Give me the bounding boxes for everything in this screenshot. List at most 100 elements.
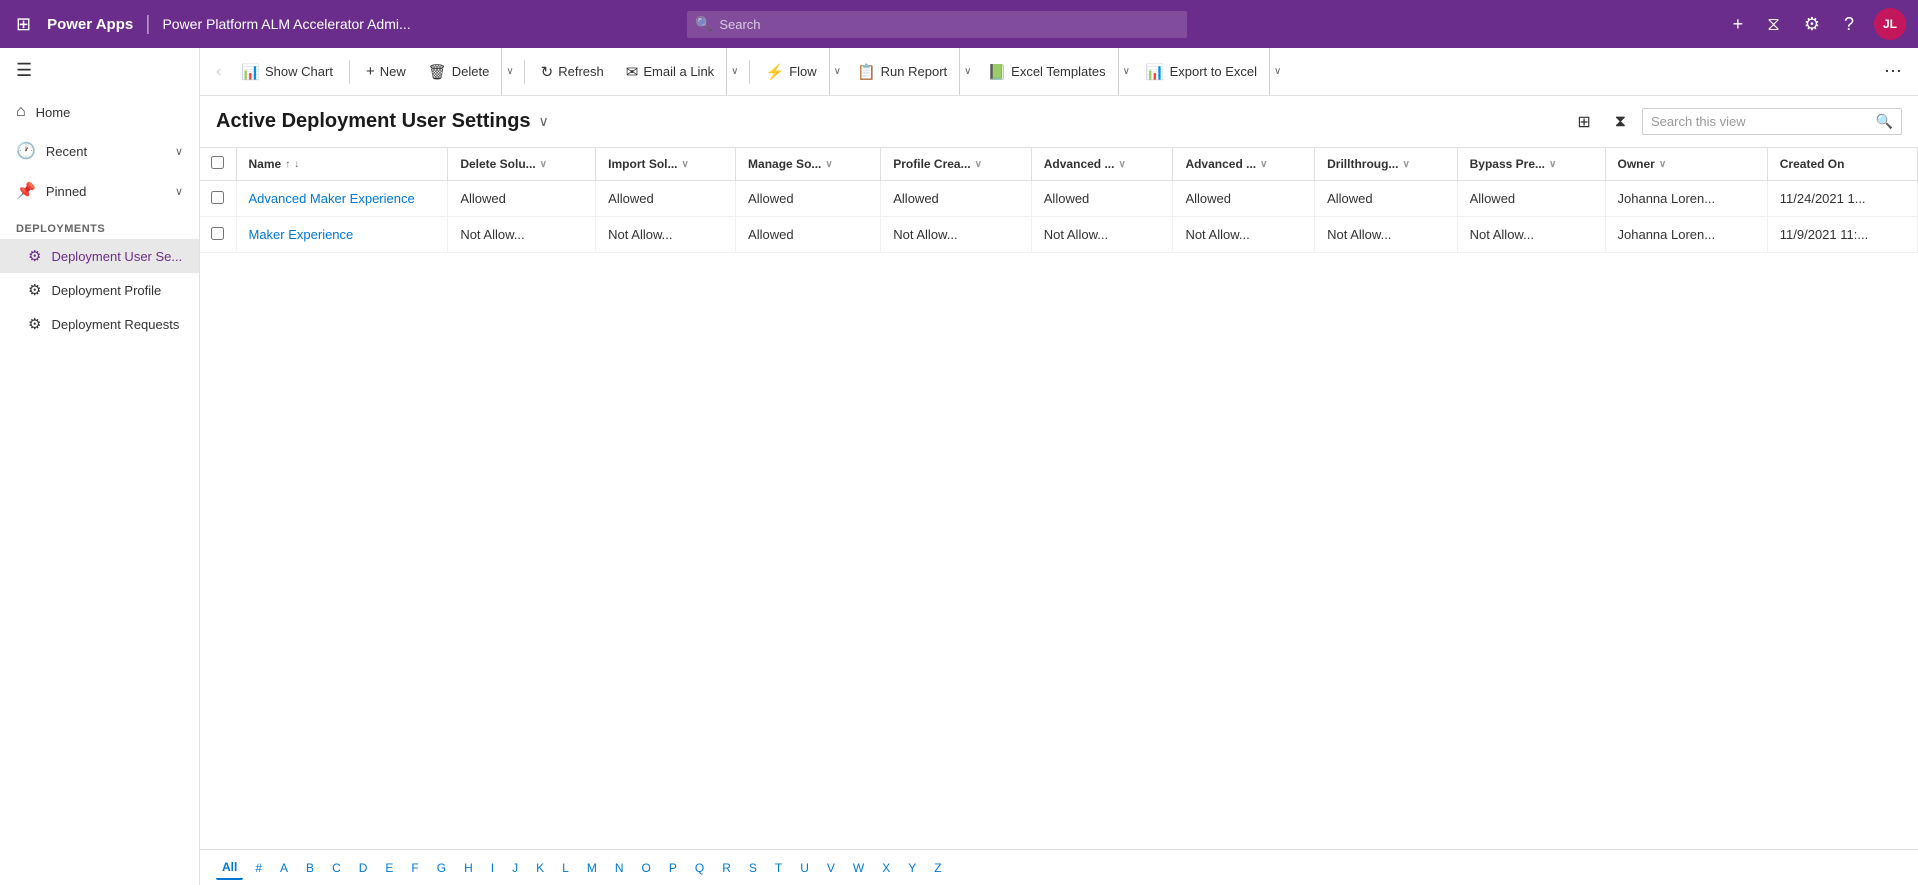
- toolbar-more-button[interactable]: ⋯: [1876, 55, 1910, 88]
- page-letter-l[interactable]: L: [556, 857, 575, 879]
- grid-header-profile-crea[interactable]: Profile Crea... ∨: [881, 148, 1032, 181]
- header-name-label: Name: [249, 157, 282, 171]
- sidebar-item-deployment-requests[interactable]: ⚙ Deployment Requests: [0, 307, 199, 341]
- run-report-dropdown-arrow[interactable]: ∨: [959, 48, 975, 95]
- page-letter-r[interactable]: R: [716, 857, 737, 879]
- header-advanced1-label: Advanced ...: [1044, 157, 1115, 171]
- flow-button[interactable]: ⚡ Flow: [756, 57, 827, 87]
- row-0-checkbox[interactable]: [211, 191, 224, 204]
- sidebar-item-pinned[interactable]: 📌 Pinned ∨: [0, 171, 199, 211]
- page-letter-u[interactable]: U: [794, 857, 815, 879]
- grid-header-name[interactable]: Name ↑ ↓: [236, 148, 448, 181]
- row-owner-cell: Johanna Loren...: [1605, 181, 1767, 217]
- row-deleteSolu-cell: Not Allow...: [448, 217, 596, 253]
- new-button[interactable]: + New: [356, 57, 416, 86]
- grid-header-delete-solu[interactable]: Delete Solu... ∨: [448, 148, 596, 181]
- page-letter-#[interactable]: #: [249, 857, 268, 879]
- sidebar-item-deployment-user-settings[interactable]: ⚙ Deployment User Se...: [0, 239, 199, 273]
- page-letter-k[interactable]: K: [530, 857, 550, 879]
- grid-header-manage-so[interactable]: Manage So... ∨: [736, 148, 881, 181]
- show-chart-button[interactable]: 📊 Show Chart: [231, 57, 343, 87]
- row-name-cell[interactable]: Advanced Maker Experience: [236, 181, 448, 217]
- show-chart-label: Show Chart: [265, 64, 333, 79]
- sidebar-collapse-btn[interactable]: ☰: [0, 48, 199, 93]
- page-letter-b[interactable]: B: [300, 857, 320, 879]
- grid-header-import-sol[interactable]: Import Sol... ∨: [596, 148, 736, 181]
- grid-select-all-checkbox[interactable]: [200, 148, 236, 181]
- email-link-dropdown-arrow[interactable]: ∨: [726, 48, 742, 95]
- delete-button[interactable]: 🗑 Delete: [418, 57, 500, 87]
- row-profileCrea-cell: Not Allow...: [881, 217, 1032, 253]
- page-letter-i[interactable]: I: [485, 857, 500, 879]
- row-name-cell[interactable]: Maker Experience: [236, 217, 448, 253]
- filter-button[interactable]: ⧗: [1607, 108, 1634, 136]
- sidebar-item-recent[interactable]: 🕐 Recent ∨: [0, 131, 199, 171]
- page-letter-q[interactable]: Q: [689, 857, 710, 879]
- deployments-section-header: Deployments: [0, 211, 199, 239]
- export-to-excel-button[interactable]: 📊 Export to Excel: [1136, 57, 1267, 87]
- select-all-checkbox[interactable]: [211, 156, 224, 169]
- page-letter-n[interactable]: N: [609, 857, 630, 879]
- page-letter-f[interactable]: F: [405, 857, 424, 879]
- run-report-label: Run Report: [881, 64, 947, 79]
- page-letter-m[interactable]: M: [581, 857, 603, 879]
- page-letter-j[interactable]: J: [506, 857, 524, 879]
- row-advanced1-cell: Not Allow...: [1031, 217, 1173, 253]
- page-letter-t[interactable]: T: [769, 857, 788, 879]
- view-title-chevron-icon[interactable]: ∨: [539, 113, 549, 130]
- recent-chevron-icon: ∨: [175, 145, 183, 158]
- page-letter-o[interactable]: O: [636, 857, 657, 879]
- email-link-label: Email a Link: [643, 64, 714, 79]
- search-icon: 🔍: [695, 16, 712, 33]
- grid-layout-button[interactable]: ⊞: [1569, 107, 1598, 137]
- avatar[interactable]: JL: [1874, 8, 1906, 40]
- email-icon: ✉: [626, 63, 639, 81]
- refresh-button[interactable]: ↻ Refresh: [531, 57, 614, 87]
- page-letter-e[interactable]: E: [379, 857, 399, 879]
- add-icon[interactable]: +: [1729, 10, 1748, 39]
- filter-icon[interactable]: ⧖: [1763, 10, 1784, 39]
- row-profileCrea-cell: Allowed: [881, 181, 1032, 217]
- page-letter-z[interactable]: Z: [928, 857, 947, 879]
- page-letter-all[interactable]: All: [216, 856, 243, 880]
- export-to-excel-label: Export to Excel: [1170, 64, 1257, 79]
- page-letter-g[interactable]: G: [431, 857, 452, 879]
- help-icon[interactable]: ?: [1840, 10, 1858, 39]
- flow-dropdown-arrow[interactable]: ∨: [829, 48, 845, 95]
- run-report-button[interactable]: 📋 Run Report: [847, 57, 957, 87]
- page-letter-y[interactable]: Y: [902, 857, 922, 879]
- page-letter-v[interactable]: V: [821, 857, 841, 879]
- row-1-checkbox[interactable]: [211, 227, 224, 240]
- waffle-icon[interactable]: ⊞: [12, 10, 35, 39]
- page-letter-x[interactable]: X: [876, 857, 896, 879]
- view-search-input[interactable]: [1651, 114, 1870, 129]
- page-letter-s[interactable]: S: [743, 857, 763, 879]
- back-button[interactable]: ‹: [208, 57, 229, 87]
- grid-header-advanced2[interactable]: Advanced ... ∨: [1173, 148, 1315, 181]
- page-letter-h[interactable]: H: [458, 857, 479, 879]
- grid-header-advanced1[interactable]: Advanced ... ∨: [1031, 148, 1173, 181]
- sidebar-item-deployment-profile[interactable]: ⚙ Deployment Profile: [0, 273, 199, 307]
- page-letter-w[interactable]: W: [847, 857, 870, 879]
- grid-header-created-on[interactable]: Created On: [1767, 148, 1917, 181]
- page-letter-a[interactable]: A: [274, 857, 294, 879]
- row-importSol-cell: Not Allow...: [596, 217, 736, 253]
- excel-templates-dropdown-arrow[interactable]: ∨: [1118, 48, 1134, 95]
- settings-icon[interactable]: ⚙: [1800, 10, 1824, 39]
- page-letter-p[interactable]: P: [663, 857, 683, 879]
- global-search-input[interactable]: [687, 11, 1187, 38]
- email-link-button[interactable]: ✉ Email a Link: [616, 57, 724, 87]
- row-checkbox-cell: [200, 217, 236, 253]
- grid-header-owner[interactable]: Owner ∨: [1605, 148, 1767, 181]
- grid-header-bypass-pre[interactable]: Bypass Pre... ∨: [1457, 148, 1605, 181]
- sidebar-item-home[interactable]: ⌂ Home: [0, 93, 199, 131]
- page-letter-d[interactable]: D: [353, 857, 374, 879]
- sidebar-deployment-requests-label: Deployment Requests: [51, 317, 183, 332]
- export-excel-dropdown-arrow[interactable]: ∨: [1269, 48, 1285, 95]
- page-letter-c[interactable]: C: [326, 857, 347, 879]
- excel-templates-button[interactable]: 📗 Excel Templates: [977, 57, 1115, 87]
- grid-header-drillthrough[interactable]: Drillthroug... ∨: [1315, 148, 1458, 181]
- delete-dropdown-arrow[interactable]: ∨: [501, 48, 517, 95]
- import-sol-filter-icon: ∨: [682, 159, 689, 170]
- toolbar-sep-2: [524, 60, 525, 84]
